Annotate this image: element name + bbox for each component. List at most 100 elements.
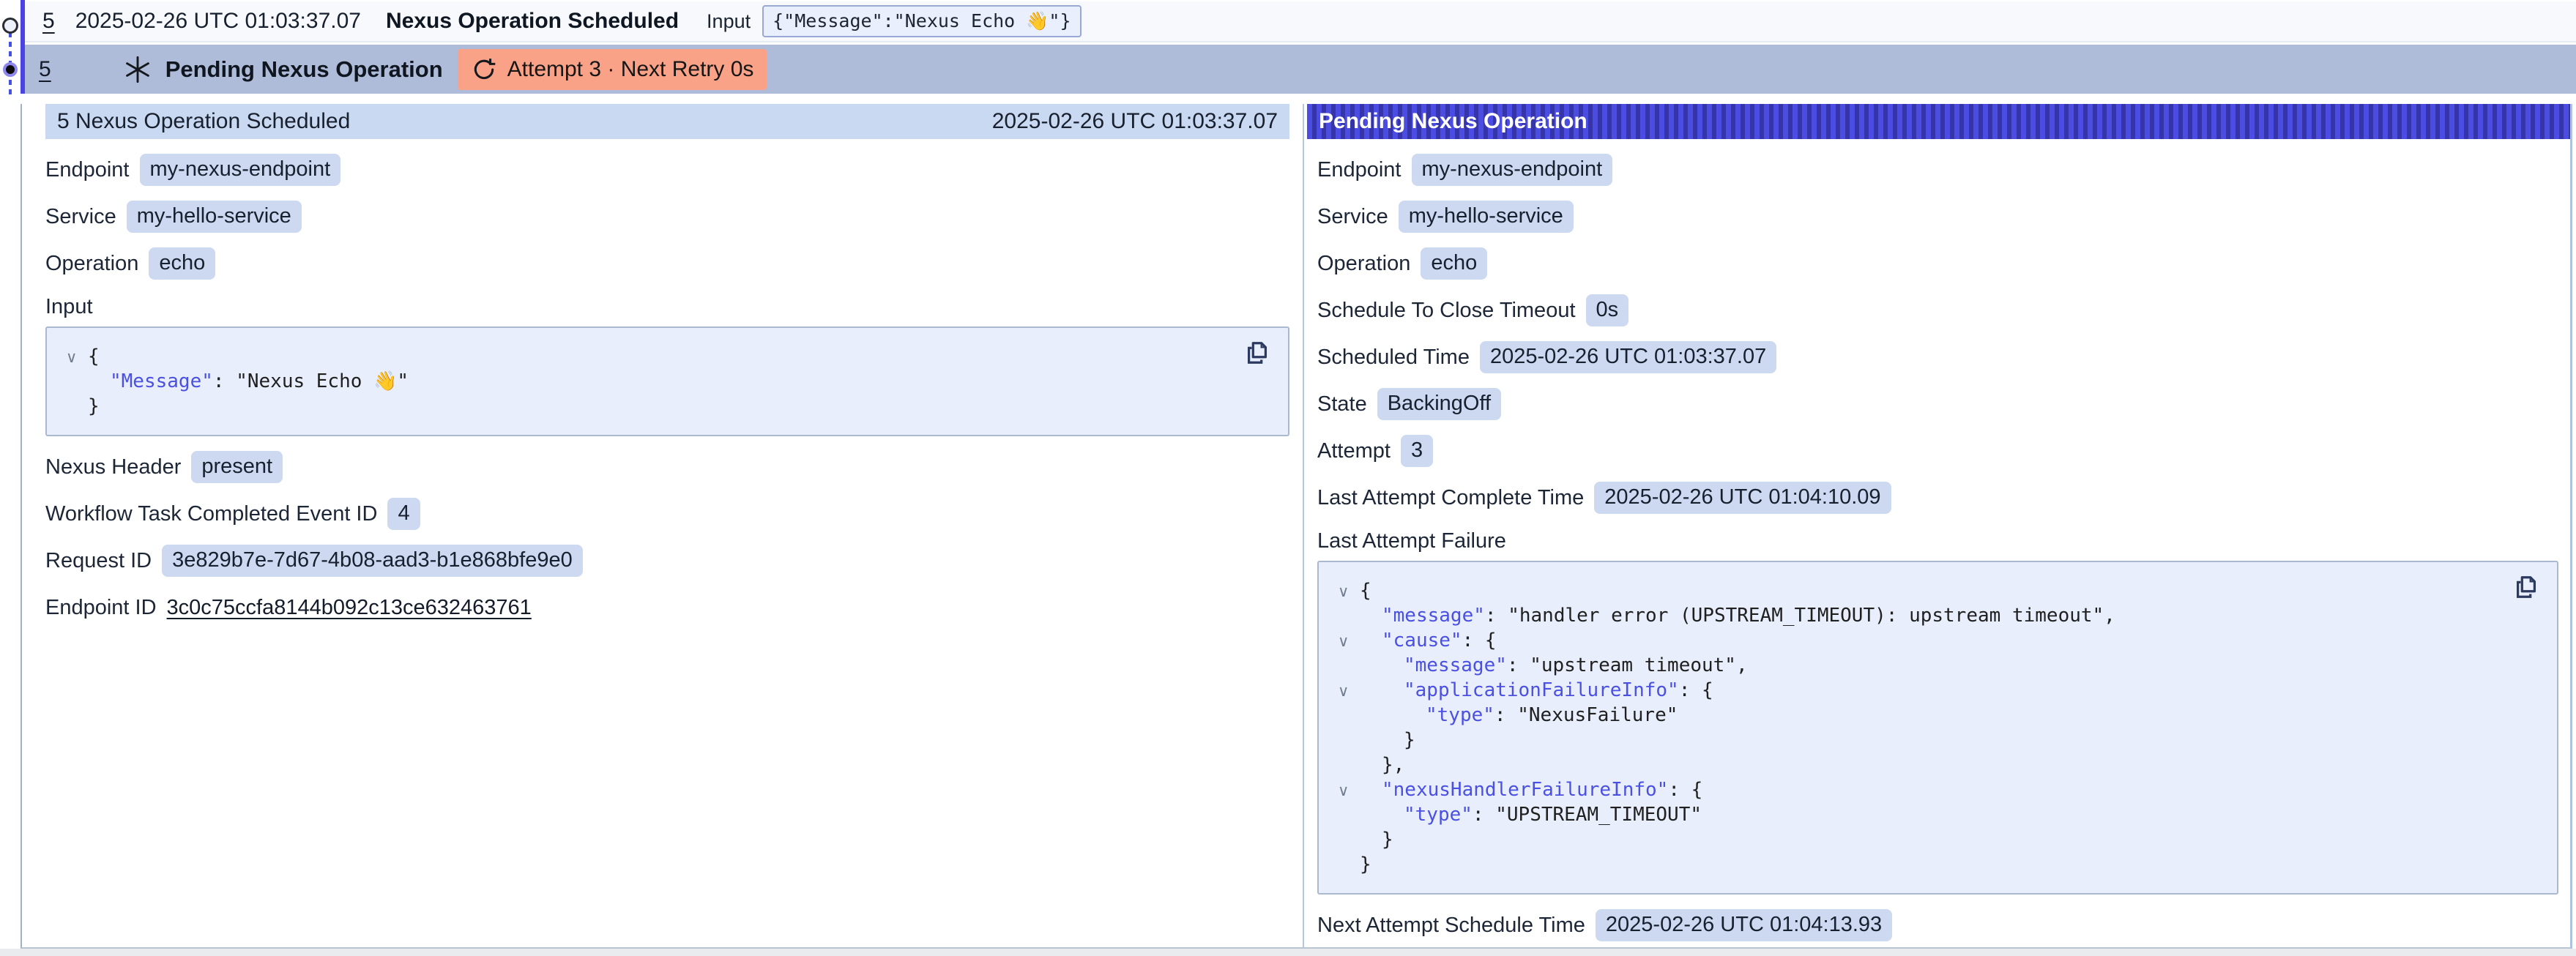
timeline-event-marker-icon[interactable] [2,18,18,34]
collapse-chevron-icon[interactable]: ∨ [66,346,77,370]
json-segment: "type" [1426,704,1494,726]
pending-operation-row[interactable]: 5 Pending Nexus Operation Attempt 3 · Ne… [25,45,2576,94]
field-label: Operation [45,252,138,276]
json-segment: "cause" [1382,630,1462,651]
field-input: Input∨{"Message": "Nexus Echo 👋"} [45,294,1289,436]
json-segment: "upstream timeout", [1530,654,1747,676]
field-label: Operation [1317,252,1410,276]
field-label: Attempt [1317,439,1391,463]
event-detail-container: 5 Nexus Operation Scheduled 2025-02-26 U… [21,104,2572,949]
event-detail-header-title: 5 Nexus Operation Scheduled [57,109,350,134]
field-value-chip: 3e829b7e-7d67-4b08-aad3-b1e868bfe9e0 [162,545,583,577]
pending-detail-header: Pending Nexus Operation [1307,104,2570,139]
field-row-service: Service my-hello-service [1317,201,2558,233]
json-segment: "nexusHandlerFailureInfo" [1382,779,1668,801]
field-value-chip: echo [149,247,215,280]
json-line: ∨"applicationFailureInfo": { [1338,678,2538,703]
field-label: Service [45,205,116,229]
field-row-attempt: Attempt 3 [1317,435,2558,467]
json-line: } [1338,827,2538,852]
field-value-chip: 2025-02-26 UTC 01:04:10.09 [1594,482,1891,514]
event-history-view: 5 2025-02-26 UTC 01:03:37.07 Nexus Opera… [0,0,2576,956]
collapse-chevron-icon[interactable]: ∨ [1338,580,1349,605]
field-row-endpoint: Endpointmy-nexus-endpoint [45,154,1289,186]
json-segment: : [1494,704,1517,726]
json-segment: : [213,370,236,392]
field-label: Nexus Header [45,455,181,479]
json-line: } [1338,852,2538,877]
json-segment: "Nexus Echo 👋" [236,370,409,392]
field-value-chip: 3 [1401,435,1433,467]
field-label: Schedule To Close Timeout [1317,299,1576,323]
field-value-chip: 0s [1586,294,1629,326]
field-label: State [1317,392,1367,417]
event-detail-header: 5 Nexus Operation Scheduled 2025-02-26 U… [45,104,1289,139]
bottom-edge-strip [0,949,2576,956]
field-row-next-attempt-schedule-time: Next Attempt Schedule Time2025-02-26 UTC… [1317,909,2558,941]
field-label: Next Attempt Schedule Time [1317,914,1585,938]
json-line: } [66,394,1269,419]
pending-event-id-link[interactable]: 5 [39,57,51,82]
json-segment: : [1507,654,1530,676]
event-detail-panel: 5 Nexus Operation Scheduled 2025-02-26 U… [22,104,1303,947]
field-value-chip: my-hello-service [127,201,302,233]
event-detail-header-timestamp: 2025-02-26 UTC 01:03:37.07 [992,109,1278,134]
json-line: "type": "UPSTREAM_TIMEOUT" [1338,802,2538,827]
json-line: ∨{ [66,344,1269,369]
field-value-chip: 4 [387,498,420,530]
json-segment: "applicationFailureInfo" [1404,679,1679,701]
json-line: ∨"cause": { [1338,628,2538,653]
json-segment: { [1702,679,1713,701]
field-label: Last Attempt Failure [1317,529,2558,553]
json-segment: { [1691,779,1703,801]
field-label: Endpoint ID [45,596,157,620]
json-segment: : [1462,630,1485,651]
json-segment: } [1360,854,1371,875]
field-row-nexus-header: Nexus Headerpresent [45,451,1289,483]
field-row-state: State BackingOff [1317,388,2558,420]
field-label: Input [45,294,1289,319]
field-label: Service [1317,205,1388,229]
json-segment: "type" [1404,804,1473,826]
field-row-last-attempt-complete-time: Last Attempt Complete Time 2025-02-26 UTC… [1317,482,2558,514]
field-label: Last Attempt Complete Time [1317,486,1584,510]
event-summary-row[interactable]: 5 2025-02-26 UTC 01:03:37.07 Nexus Opera… [25,1,2576,42]
json-segment: : [1473,804,1495,826]
pending-operation-title: Pending Nexus Operation [165,56,443,83]
json-code-block-input: ∨{"Message": "Nexus Echo 👋"} [45,326,1289,436]
field-value-chip: 2025-02-26 UTC 01:03:37.07 [1480,341,1776,373]
json-segment: : [1485,605,1508,627]
json-segment: { [1360,580,1371,602]
field-row-operation: Operation echo [45,247,1289,280]
field-value-chip: my-hello-service [1399,201,1574,233]
timeline-active-marker-icon[interactable] [3,62,18,77]
json-segment: : [1668,779,1691,801]
event-timestamp: 2025-02-26 UTC 01:03:37.07 [75,9,361,34]
json-segment: { [88,346,100,367]
event-detail-fields: Endpointmy-nexus-endpoint Service my-hello… [45,154,1289,624]
retry-badge-text: Attempt 3 · Next Retry 0s [507,57,754,82]
field-row-operation: Operation echo [1317,247,2558,280]
json-segment: "message" [1404,654,1507,676]
field-label: Request ID [45,549,152,573]
field-row-endpoint: Endpointmy-nexus-endpoint [1317,154,2558,186]
json-line: } [1338,728,2538,753]
pending-detail-panel: Pending Nexus Operation Endpointmy-nexus… [1304,104,2570,947]
json-segment: "message" [1382,605,1485,627]
field-value-chip: BackingOff [1377,388,1501,420]
json-line: "Message": "Nexus Echo 👋" [66,369,1269,394]
collapse-chevron-icon[interactable]: ∨ [1338,679,1349,704]
field-value-chip: echo [1421,247,1487,280]
field-value-chip: my-nexus-endpoint [140,154,341,186]
field-value-link[interactable]: 3c0c75ccfa8144b092c13ce632463761 [167,596,532,620]
collapse-chevron-icon[interactable]: ∨ [1338,630,1349,654]
collapse-chevron-icon[interactable]: ∨ [1338,779,1349,804]
json-segment: "handler error (UPSTREAM_TIMEOUT): upstr… [1508,605,2115,627]
pending-detail-fields: Endpointmy-nexus-endpoint Service my-hello… [1307,154,2570,941]
json-line: ∨ "nexusHandlerFailureInfo": { [1338,777,2538,802]
event-id-link[interactable]: 5 [42,9,55,34]
json-segment: "UPSTREAM_TIMEOUT" [1495,804,1702,826]
pending-asterisk-icon [123,55,152,84]
pending-detail-header-title: Pending Nexus Operation [1319,109,1587,134]
json-segment: } [88,395,100,417]
